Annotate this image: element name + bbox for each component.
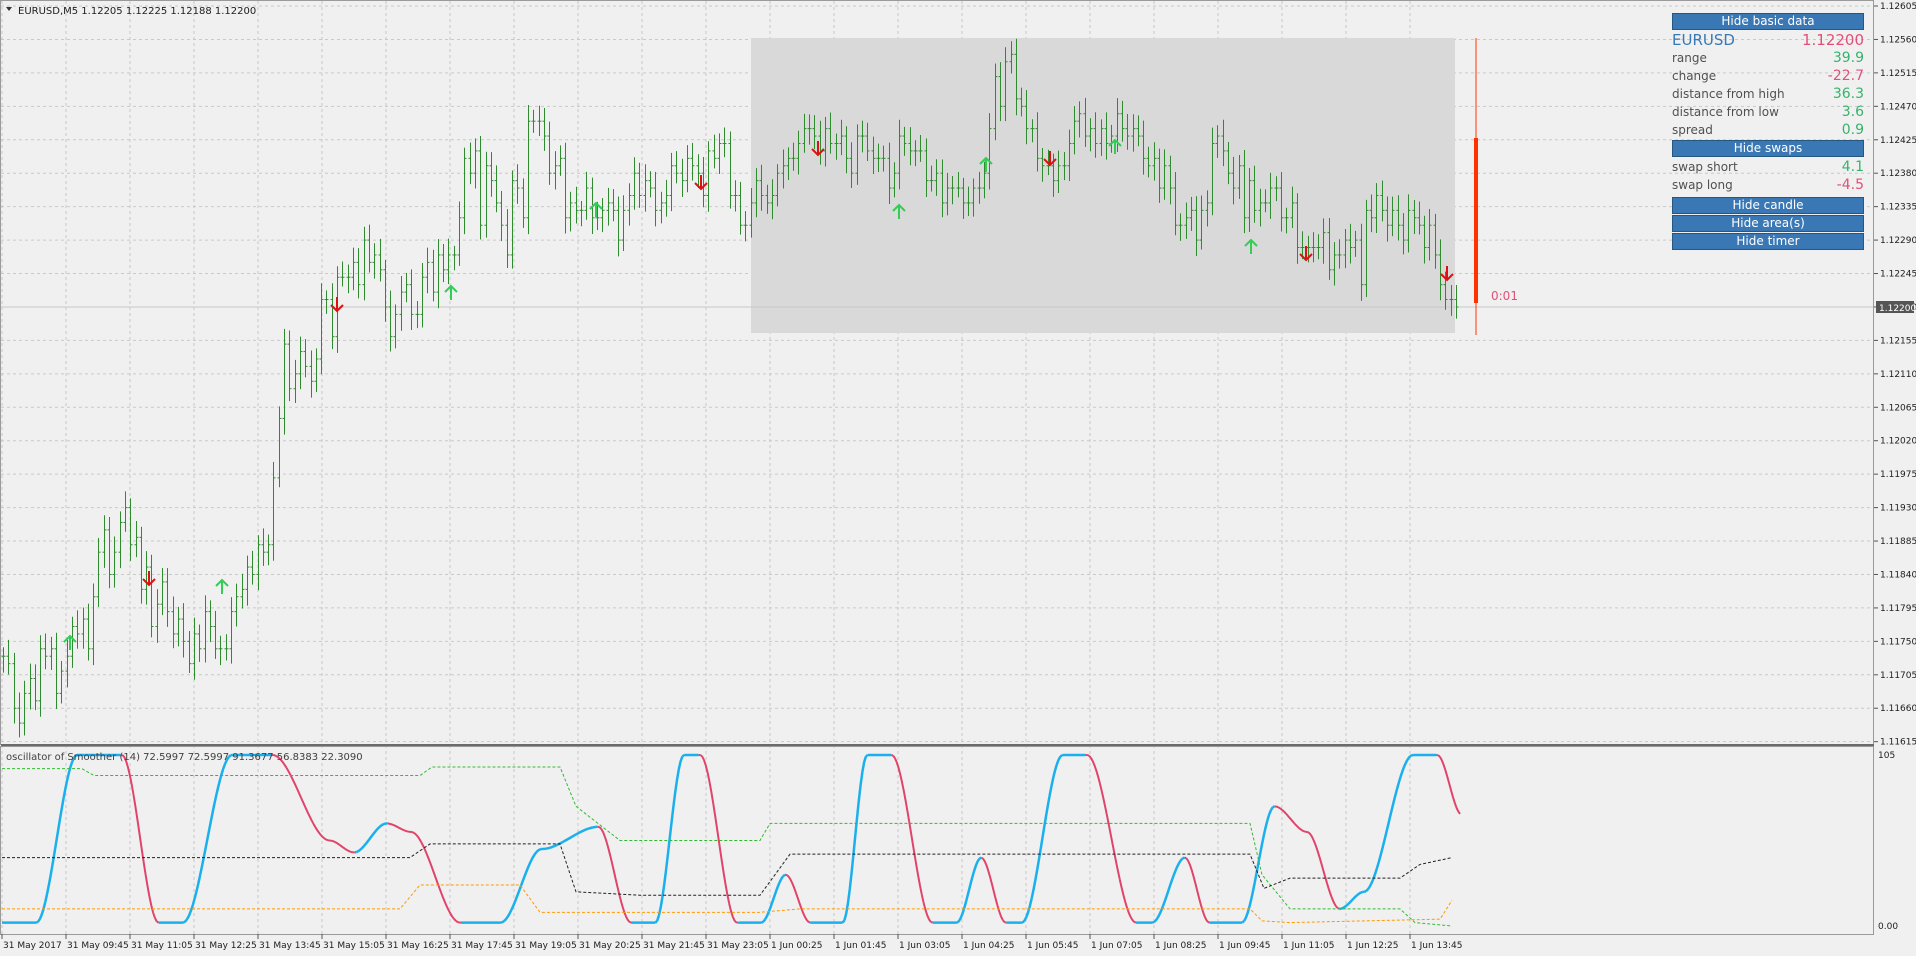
hide-swaps-button[interactable]: Hide swaps bbox=[1672, 140, 1864, 157]
hide-areas-button[interactable]: Hide area(s) bbox=[1672, 215, 1864, 232]
price-tick-label: 1.12065 bbox=[1880, 403, 1916, 413]
info-panel: Hide basic data EURUSD 1.12200 range 39.9… bbox=[1672, 12, 1864, 251]
time-tick-label: 31 May 15:05 bbox=[323, 941, 385, 951]
hide-candle-button[interactable]: Hide candle bbox=[1672, 197, 1864, 214]
info-row-swap-short: swap short 4.1 bbox=[1672, 158, 1864, 176]
info-row-value: 39.9 bbox=[1832, 50, 1864, 66]
time-tick-label: 31 May 12:25 bbox=[195, 941, 257, 951]
current-price-tag-label: 1.12200 bbox=[1879, 304, 1916, 314]
price-tick-label: 1.12110 bbox=[1880, 370, 1916, 380]
price-tick-label: 1.12020 bbox=[1880, 437, 1916, 447]
price-tick-label: 1.12155 bbox=[1880, 336, 1916, 346]
time-tick-label: 31 May 09:45 bbox=[67, 941, 129, 951]
price-tick-label: 1.11615 bbox=[1880, 738, 1916, 748]
info-row-label: distance from high bbox=[1672, 87, 1785, 101]
time-tick-label: 31 May 13:45 bbox=[259, 941, 321, 951]
time-tick-label: 31 May 2017 bbox=[3, 941, 62, 951]
price-tick-label: 1.11705 bbox=[1880, 671, 1916, 681]
chart-canvas[interactable]: 0:01 EURUSD,M5 1.12205 1.12225 1.12188 1… bbox=[0, 0, 1916, 956]
price-tick-label: 1.12335 bbox=[1880, 203, 1916, 213]
time-tick-label: 1 Jun 00:25 bbox=[771, 941, 822, 951]
price-tick-label: 1.12605 bbox=[1880, 2, 1916, 12]
price-tick-label: 1.12380 bbox=[1880, 169, 1916, 179]
info-row-label: change bbox=[1672, 69, 1717, 83]
oscillator-label: oscillator of Smoother (14) 72.5997 72.5… bbox=[6, 752, 363, 763]
time-tick-label: 31 May 16:25 bbox=[387, 941, 449, 951]
info-row-value: -4.5 bbox=[1836, 177, 1864, 193]
price-tick-label: 1.11795 bbox=[1880, 604, 1916, 614]
time-tick-label: 1 Jun 12:25 bbox=[1347, 941, 1398, 951]
info-row-label: swap long bbox=[1672, 178, 1733, 192]
price-tick-label: 1.12560 bbox=[1880, 35, 1916, 45]
price-tick-label: 1.11660 bbox=[1880, 704, 1916, 714]
time-tick-label: 1 Jun 13:45 bbox=[1411, 941, 1462, 951]
oscillator-axis-bottom: 0.00 bbox=[1878, 922, 1898, 932]
info-row-range: range 39.9 bbox=[1672, 49, 1864, 67]
info-row-value: 0.9 bbox=[1841, 122, 1864, 138]
time-tick-label: 1 Jun 05:45 bbox=[1027, 941, 1078, 951]
time-tick-label: 1 Jun 03:05 bbox=[899, 941, 950, 951]
info-row-label: swap short bbox=[1672, 160, 1738, 174]
info-row-spread: spread 0.9 bbox=[1672, 121, 1864, 139]
price-tick-label: 1.11840 bbox=[1880, 570, 1916, 580]
price-tick-label: 1.11750 bbox=[1880, 637, 1916, 647]
chart-symbol-ohlc: EURUSD,M5 1.12205 1.12225 1.12188 1.1220… bbox=[18, 6, 256, 17]
time-tick-label: 31 May 17:45 bbox=[451, 941, 513, 951]
hide-basic-data-button[interactable]: Hide basic data bbox=[1672, 13, 1864, 30]
time-tick-label: 1 Jun 04:25 bbox=[963, 941, 1014, 951]
time-tick-label: 1 Jun 07:05 bbox=[1091, 941, 1142, 951]
stats-list: range 39.9 change -22.7 distance from high 36… bbox=[1672, 49, 1864, 139]
price-tick-label: 1.11885 bbox=[1880, 537, 1916, 547]
info-row-value: 36.3 bbox=[1832, 86, 1864, 102]
info-row-value: 3.6 bbox=[1841, 104, 1864, 120]
info-row-label: distance from low bbox=[1672, 105, 1779, 119]
info-row-swap-long: swap long -4.5 bbox=[1672, 176, 1864, 194]
info-row-value: -22.7 bbox=[1827, 68, 1864, 84]
symbol-row: EURUSD 1.12200 bbox=[1672, 31, 1864, 49]
time-tick-label: 1 Jun 01:45 bbox=[835, 941, 886, 951]
time-tick-label: 31 May 20:25 bbox=[579, 941, 641, 951]
price-tick-label: 1.11930 bbox=[1880, 504, 1916, 514]
timer-label: 0:01 bbox=[1491, 289, 1518, 303]
info-row-label: spread bbox=[1672, 123, 1713, 137]
info-row-change: change -22.7 bbox=[1672, 67, 1864, 85]
price-tick-label: 1.12290 bbox=[1880, 236, 1916, 246]
highlight-area bbox=[751, 38, 1455, 333]
time-tick-label: 31 May 23:05 bbox=[707, 941, 769, 951]
swaps-list: swap short 4.1 swap long -4.5 bbox=[1672, 158, 1864, 194]
time-tick-label: 31 May 19:05 bbox=[515, 941, 577, 951]
info-row-label: range bbox=[1672, 51, 1707, 65]
price-tick-label: 1.11975 bbox=[1880, 470, 1916, 480]
price-tick-label: 1.12245 bbox=[1880, 270, 1916, 280]
chart-header: EURUSD,M5 1.12205 1.12225 1.12188 1.1220… bbox=[6, 6, 256, 17]
hide-timer-button[interactable]: Hide timer bbox=[1672, 233, 1864, 250]
time-tick-label: 1 Jun 09:45 bbox=[1219, 941, 1270, 951]
oscillator-axis-top: 105 bbox=[1878, 751, 1895, 761]
time-tick-label: 31 May 11:05 bbox=[131, 941, 193, 951]
symbol-price: 1.12200 bbox=[1801, 31, 1864, 49]
time-tick-label: 1 Jun 11:05 bbox=[1283, 941, 1334, 951]
time-tick-label: 1 Jun 08:25 bbox=[1155, 941, 1206, 951]
info-row-distance-from-high: distance from high 36.3 bbox=[1672, 85, 1864, 103]
time-tick-label: 31 May 21:45 bbox=[643, 941, 705, 951]
price-tick-label: 1.12515 bbox=[1880, 69, 1916, 79]
price-tick-label: 1.12470 bbox=[1880, 102, 1916, 112]
info-row-distance-from-low: distance from low 3.6 bbox=[1672, 103, 1864, 121]
symbol-label: EURUSD bbox=[1672, 31, 1735, 49]
price-tick-label: 1.12425 bbox=[1880, 136, 1916, 146]
info-row-value: 4.1 bbox=[1841, 159, 1864, 175]
